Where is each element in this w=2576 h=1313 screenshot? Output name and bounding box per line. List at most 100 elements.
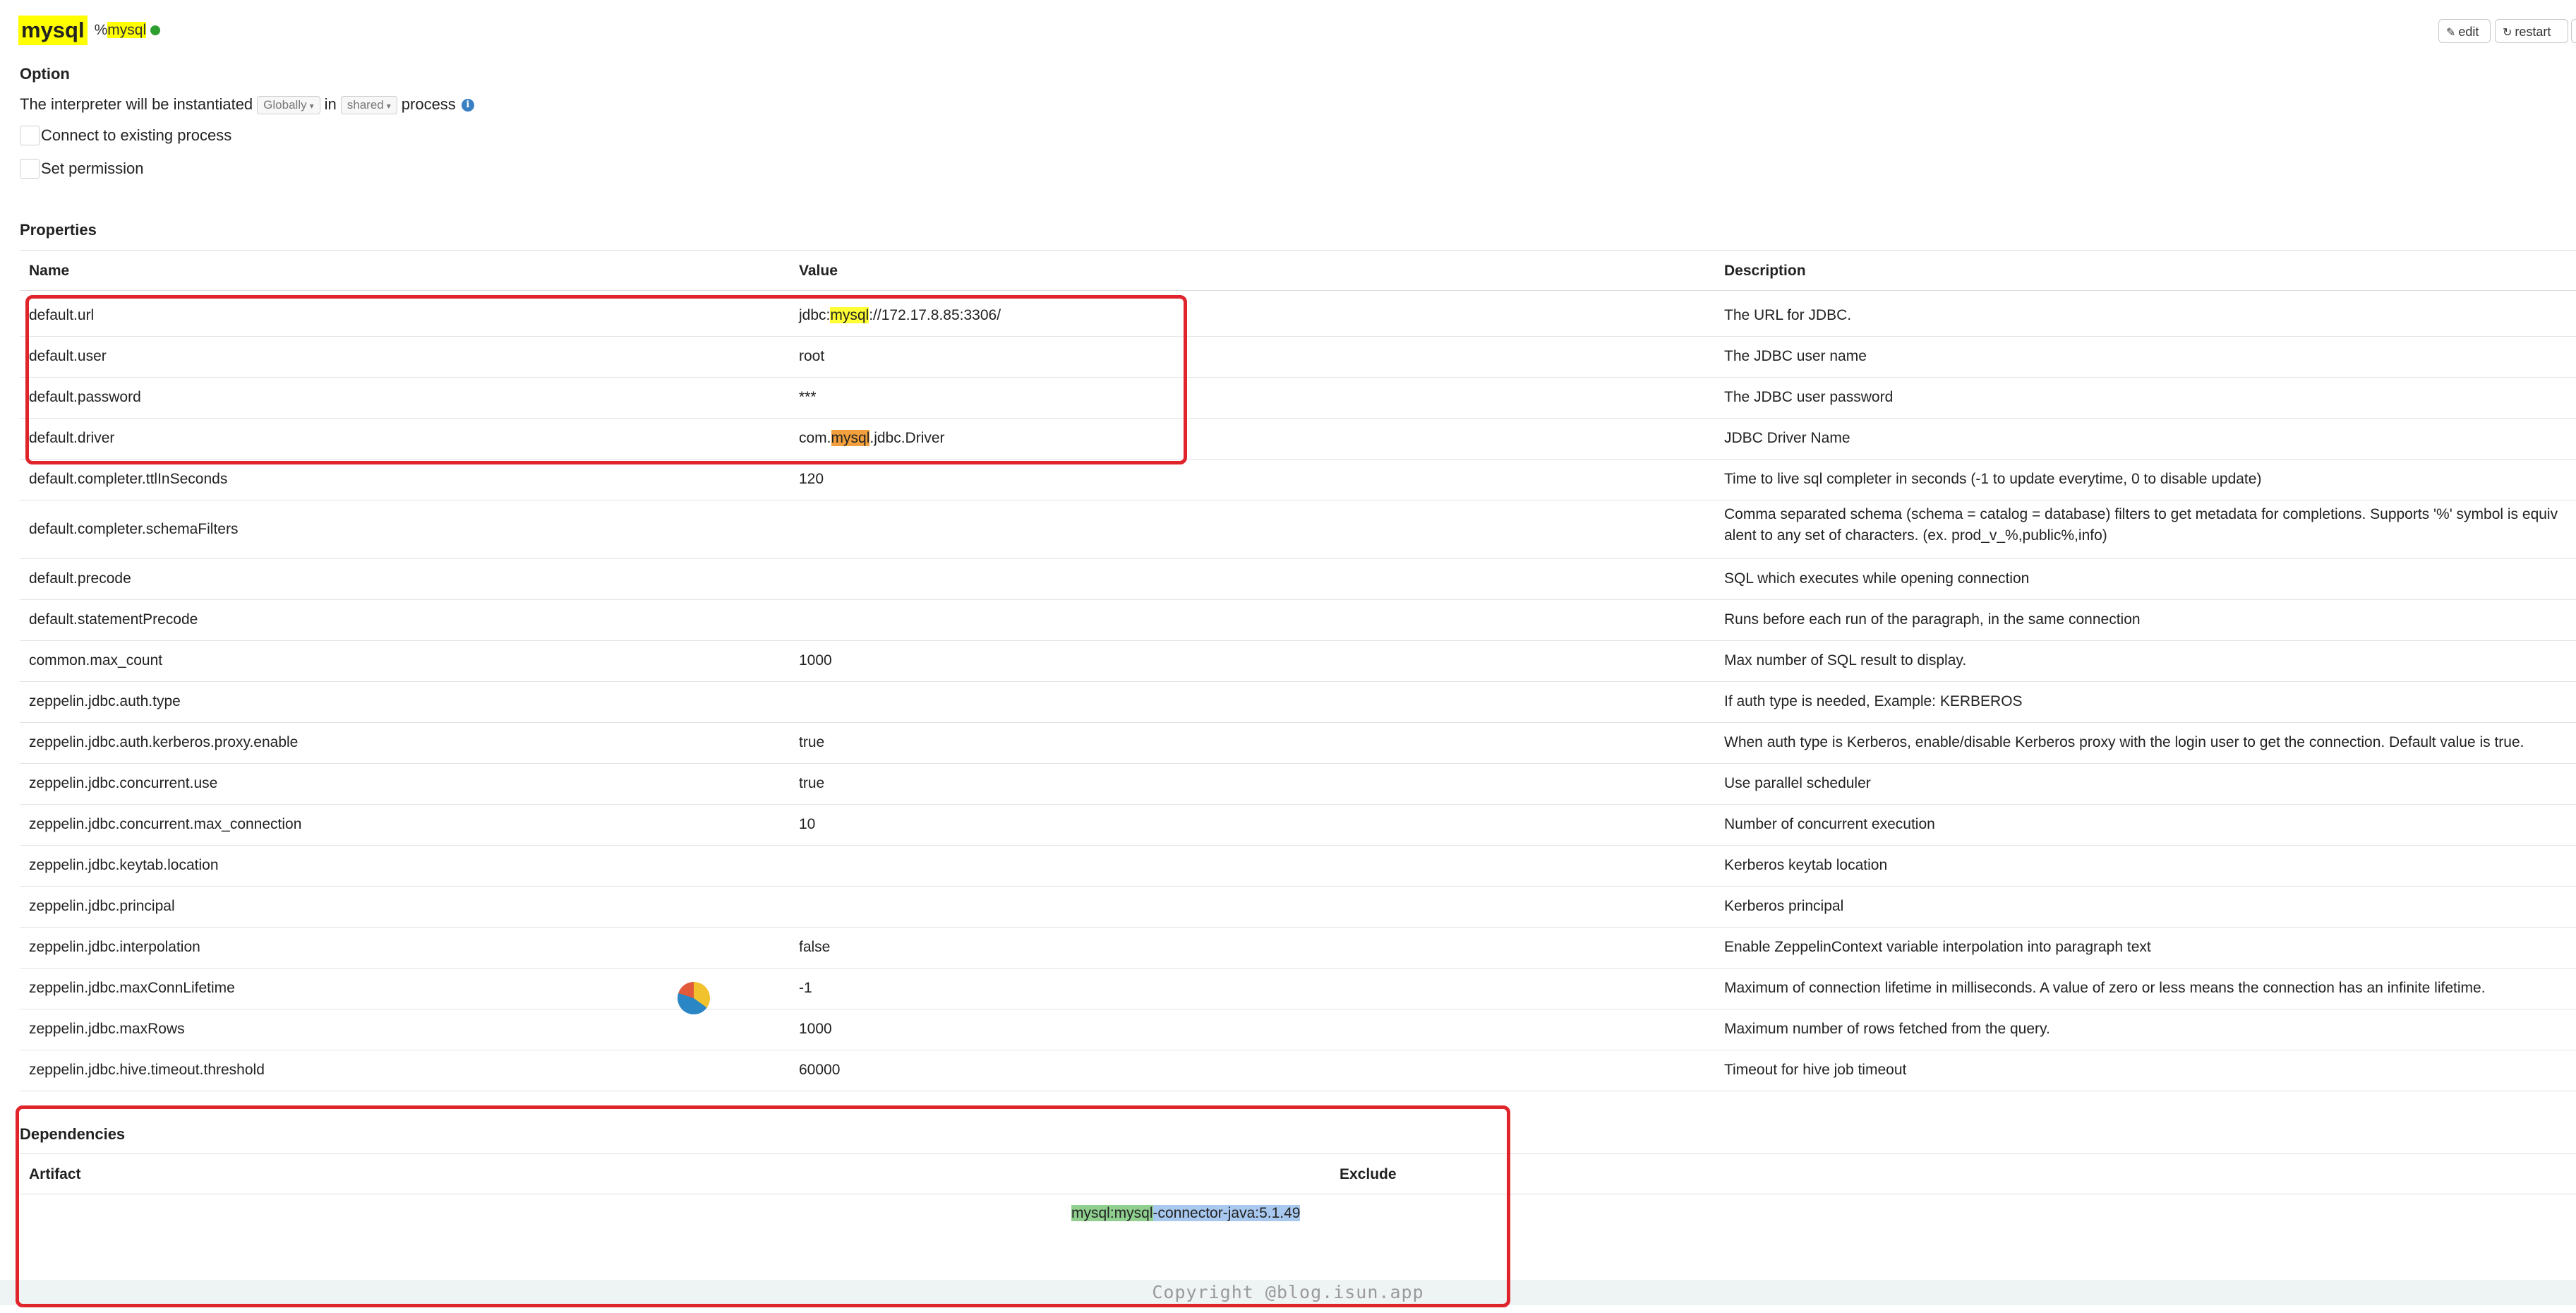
artifact-name: -connector-java:5.1.49 — [1152, 1205, 1301, 1221]
more-button[interactable] — [2571, 19, 2576, 43]
table-row: default.user root The JDBC user name — [20, 336, 2576, 378]
property-description: When auth type is Kerberos, enable/disab… — [1724, 734, 2524, 750]
description-line: Comma separated schema (schema = catalog… — [1724, 506, 2558, 522]
property-name: zeppelin.jdbc.keytab.location — [29, 857, 219, 873]
property-name: zeppelin.jdbc.concurrent.use — [29, 775, 218, 791]
property-value: 60000 — [799, 1062, 841, 1078]
property-name: zeppelin.jdbc.maxRows — [29, 1021, 185, 1037]
property-description: The URL for JDBC. — [1724, 307, 1852, 323]
column-header-name: Name — [29, 263, 70, 279]
property-description: Comma separated schema (schema = catalog… — [1724, 504, 2558, 546]
process-select-value: shared — [347, 98, 384, 112]
table-row: default.completer.schemaFilters Comma sep… — [20, 500, 2576, 559]
property-description: Timeout for hive job timeout — [1724, 1062, 1907, 1078]
table-row: default.completer.ttlInSeconds 120 Time to… — [20, 459, 2576, 500]
set-permission-checkbox[interactable] — [20, 159, 40, 179]
avatar — [678, 982, 710, 1014]
property-name: zeppelin.jdbc.concurrent.max_connection — [29, 816, 302, 832]
property-name: zeppelin.jdbc.interpolation — [29, 939, 200, 955]
property-name: common.max_count — [29, 652, 163, 669]
property-name: default.statementPrecode — [29, 611, 198, 628]
caret-down-icon: ▾ — [386, 101, 391, 112]
property-name: zeppelin.jdbc.hive.timeout.threshold — [29, 1062, 265, 1078]
value-text: com. — [799, 430, 831, 446]
property-name: zeppelin.jdbc.principal — [29, 898, 175, 914]
set-permission-option: Set permission — [20, 159, 144, 181]
property-value: 1000 — [799, 652, 832, 669]
column-header-description: Description — [1724, 263, 1806, 279]
property-name: zeppelin.jdbc.maxConnLifetime — [29, 980, 235, 996]
copyright-footer: Copyright @blog.isun.app — [0, 1280, 2576, 1305]
scope-select-value: Globally — [263, 98, 307, 112]
property-description: JDBC Driver Name — [1724, 430, 1850, 446]
property-value: true — [799, 775, 825, 791]
table-row: zeppelin.jdbc.keytab.location Kerberos ke… — [20, 845, 2576, 887]
dependency-artifact: mysql:mysql-connector-java:5.1.49 — [1071, 1205, 1301, 1222]
table-row: default.driver com.mysql.jdbc.Driver JDBC … — [20, 418, 2576, 460]
property-description: The JDBC user password — [1724, 389, 1894, 405]
property-value: true — [799, 734, 825, 750]
value-text: jdbc: — [799, 307, 831, 323]
property-description: Use parallel scheduler — [1724, 775, 1871, 791]
table-row: zeppelin.jdbc.maxRows 1000 Maximum number … — [20, 1009, 2576, 1050]
table-row: zeppelin.jdbc.concurrent.max_connection 1… — [20, 804, 2576, 846]
table-row: zeppelin.jdbc.concurrent.use true Use para… — [20, 763, 2576, 805]
scope-select[interactable]: Globally ▾ — [257, 96, 320, 115]
property-description: Enable ZeppelinContext variable interpol… — [1724, 939, 2151, 955]
property-name: default.completer.schemaFilters — [29, 521, 239, 537]
property-value: com.mysql.jdbc.Driver — [799, 430, 945, 447]
value-text: ://172.17.8.85:3306/ — [869, 307, 1001, 323]
property-description: Number of concurrent execution — [1724, 816, 1935, 832]
interpreter-header: mysql %mysql — [18, 16, 161, 48]
property-value: jdbc:mysql://172.17.8.85:3306/ — [799, 307, 1001, 324]
property-name: default.precode — [29, 570, 131, 587]
table-row: zeppelin.jdbc.auth.kerberos.proxy.enable… — [20, 722, 2576, 764]
caret-down-icon: ▾ — [309, 101, 314, 112]
property-name: default.url — [29, 307, 95, 323]
property-value: 120 — [799, 471, 824, 487]
property-value: false — [799, 939, 831, 955]
property-name: default.password — [29, 389, 141, 405]
property-value: 10 — [799, 816, 816, 832]
pencil-icon: ✎ — [2446, 27, 2456, 39]
property-value: -1 — [799, 980, 812, 996]
group-prefix: % — [94, 22, 108, 38]
connect-existing-option: Connect to existing process — [20, 126, 231, 148]
set-permission-label: Set permission — [41, 160, 144, 178]
column-header-artifact: Artifact — [29, 1166, 81, 1182]
artifact-group: mysql:mysql — [1071, 1205, 1153, 1221]
connect-existing-checkbox[interactable] — [20, 126, 40, 146]
group-name: mysql — [107, 22, 147, 38]
property-description: Kerberos keytab location — [1724, 857, 1888, 873]
dependencies-divider — [20, 1153, 2576, 1154]
property-description: Kerberos principal — [1724, 898, 1844, 914]
header-divider — [20, 290, 2576, 291]
process-select[interactable]: shared ▾ — [340, 96, 397, 115]
table-row: zeppelin.jdbc.principal Kerberos principa… — [20, 886, 2576, 928]
restart-button-label: restart — [2515, 25, 2551, 39]
edit-button[interactable]: ✎ edit — [2438, 19, 2491, 43]
property-description: Maximum of connection lifetime in millis… — [1724, 980, 2486, 996]
dependencies-heading: Dependencies — [20, 1125, 126, 1143]
restart-button[interactable]: ↻ restart — [2495, 19, 2568, 43]
status-dot-icon — [150, 25, 161, 35]
connect-existing-label: Connect to existing process — [41, 126, 232, 145]
property-description: The JDBC user name — [1724, 348, 1867, 364]
interpreter-group-tag: %mysql — [95, 22, 147, 39]
option-heading: Option — [20, 65, 70, 83]
properties-divider — [20, 250, 2576, 251]
table-row: zeppelin.jdbc.hive.timeout.threshold 6000… — [20, 1050, 2576, 1091]
search-highlight: mysql — [830, 307, 869, 323]
table-row: common.max_count 1000 Max number of SQL re… — [20, 640, 2576, 682]
info-icon[interactable]: i — [461, 99, 474, 112]
option-text-after: process — [401, 95, 456, 113]
property-name: default.completer.ttlInSeconds — [29, 471, 228, 487]
description-line: alent to any set of characters. (ex. pro… — [1724, 527, 2107, 544]
column-header-exclude: Exclude — [1340, 1166, 1397, 1182]
property-value: 1000 — [799, 1021, 832, 1037]
property-name: default.user — [29, 348, 107, 364]
property-name: zeppelin.jdbc.auth.type — [29, 693, 181, 709]
table-row: zeppelin.jdbc.maxConnLifetime -1 Maximum o… — [20, 968, 2576, 1009]
option-text-middle: in — [324, 95, 337, 113]
property-description: Runs before each run of the paragraph, i… — [1724, 611, 2141, 628]
